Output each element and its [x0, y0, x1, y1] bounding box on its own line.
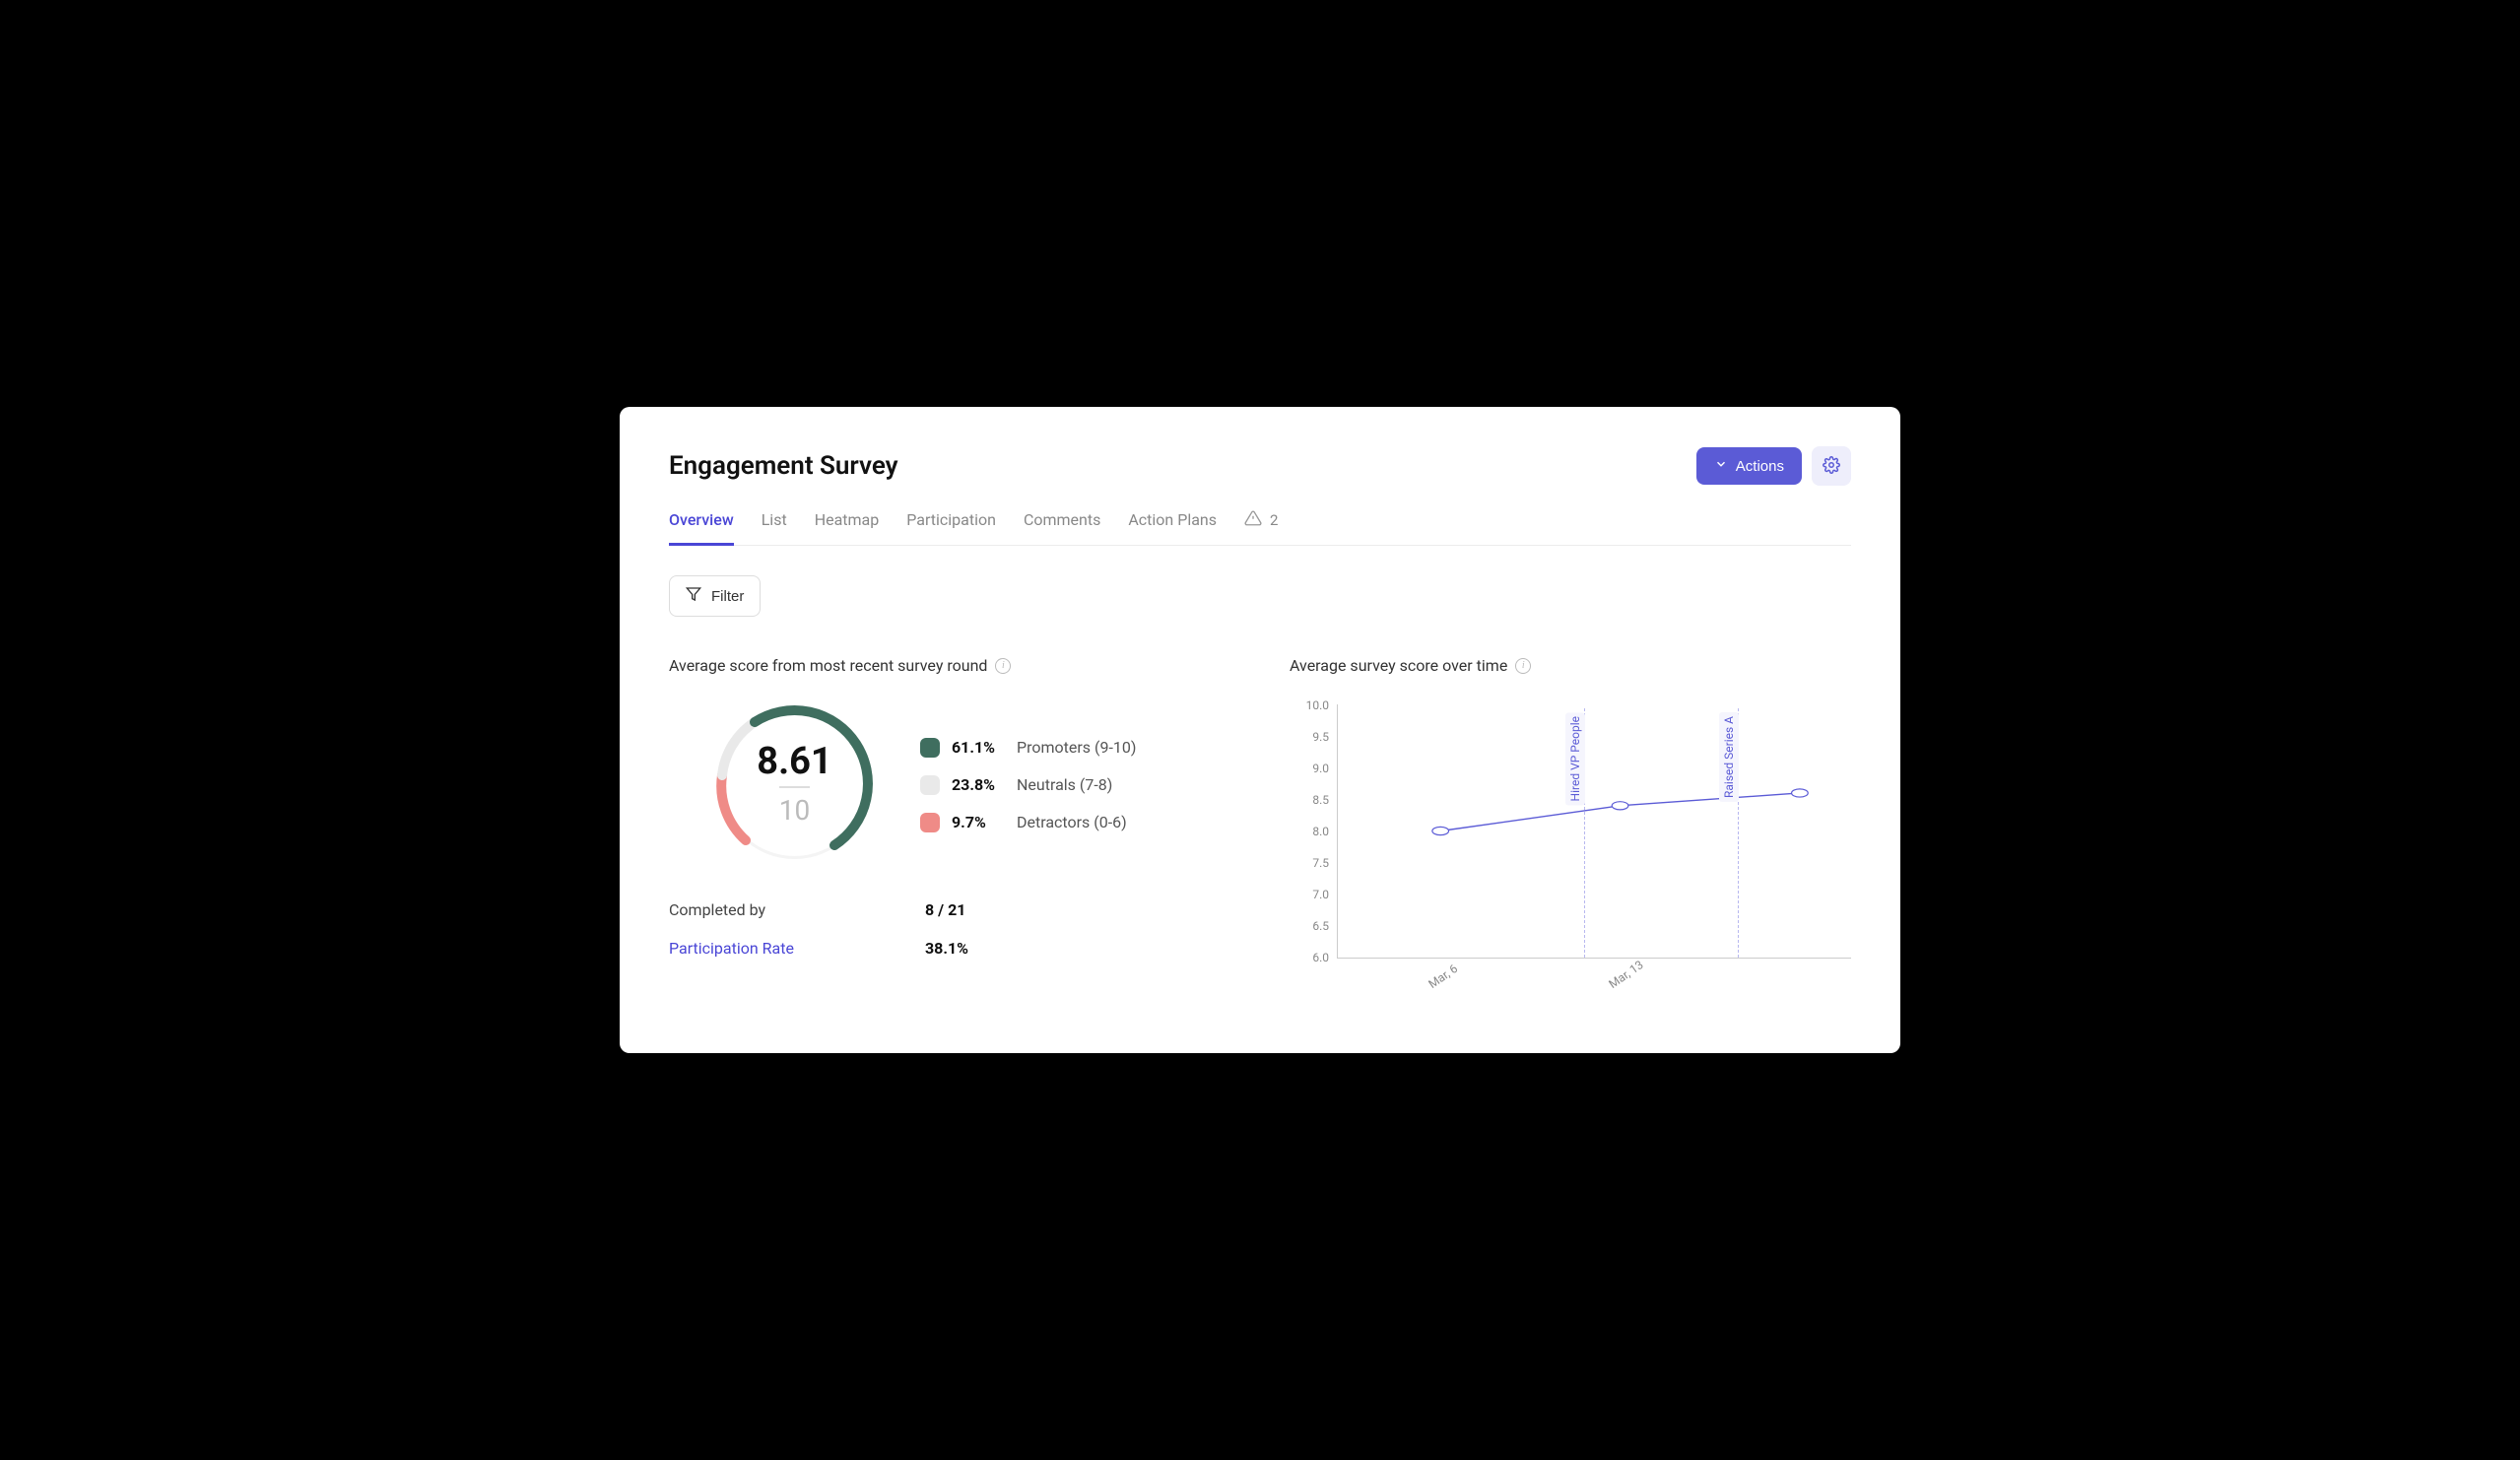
right-panel-title: Average survey score over time: [1290, 656, 1507, 675]
participation-value: 38.1%: [925, 939, 968, 958]
score-row: 8.61 10 61.1% Promoters (9-10) 23.8% Neu…: [669, 698, 1230, 871]
panel-score-over-time: Average survey score over time i 10.0 9.…: [1290, 656, 1851, 1004]
left-panel-title-row: Average score from most recent survey ro…: [669, 656, 1230, 675]
actions-button-label: Actions: [1736, 458, 1784, 475]
y-tick: 7.5: [1290, 856, 1329, 870]
filter-button-label: Filter: [711, 588, 744, 605]
filter-icon: [686, 586, 701, 606]
x-tick: Mar, 13: [1607, 958, 1646, 991]
stat-participation: Participation Rate 38.1%: [669, 939, 1230, 958]
left-panel-title: Average score from most recent survey ro…: [669, 656, 987, 675]
warning-count: 2: [1270, 511, 1278, 529]
score-max: 10: [779, 786, 810, 827]
x-tick: Mar, 6: [1426, 962, 1461, 991]
score-legend: 61.1% Promoters (9-10) 23.8% Neutrals (7…: [920, 738, 1136, 832]
line-chart: 10.0 9.5 9.0 8.5 8.0 7.5 7.0 6.5 6.0 Hir…: [1290, 698, 1851, 1004]
y-tick: 9.5: [1290, 730, 1329, 744]
y-tick: 9.0: [1290, 762, 1329, 775]
chart-annotation: Hired VP People: [1584, 708, 1585, 958]
chevron-down-icon: [1714, 457, 1728, 475]
donut-center: 8.61 10: [708, 698, 881, 871]
chart-annotation-label: Raised Series A: [1719, 712, 1739, 802]
panels: Average score from most recent survey ro…: [669, 656, 1851, 1004]
filter-button[interactable]: Filter: [669, 575, 761, 617]
line-svg: [1338, 704, 1851, 958]
tab-list[interactable]: List: [762, 510, 787, 546]
right-panel-title-row: Average survey score over time i: [1290, 656, 1851, 675]
completed-label: Completed by: [669, 900, 925, 919]
gear-icon: [1823, 456, 1840, 477]
swatch-detractors: [920, 813, 940, 832]
legend-neutrals-pct: 23.8%: [952, 775, 1005, 794]
page-title: Engagement Survey: [669, 451, 898, 481]
legend-promoters-label: Promoters (9-10): [1017, 738, 1136, 757]
info-icon[interactable]: i: [995, 658, 1011, 674]
tab-overview[interactable]: Overview: [669, 510, 734, 546]
score-donut: 8.61 10: [708, 698, 881, 871]
swatch-promoters: [920, 738, 940, 758]
y-tick: 8.5: [1290, 793, 1329, 807]
header-actions: Actions: [1696, 446, 1851, 486]
tab-heatmap[interactable]: Heatmap: [815, 510, 880, 546]
legend-detractors-pct: 9.7%: [952, 813, 1005, 831]
chart-annotation: Raised Series A: [1738, 708, 1739, 958]
swatch-neutrals: [920, 775, 940, 795]
stat-completed: Completed by 8 / 21: [669, 900, 1230, 919]
info-icon[interactable]: i: [1515, 658, 1531, 674]
completed-value: 8 / 21: [925, 900, 965, 919]
stat-rows: Completed by 8 / 21 Participation Rate 3…: [669, 900, 1230, 958]
tabs: Overview List Heatmap Participation Comm…: [669, 509, 1851, 546]
y-tick: 8.0: [1290, 825, 1329, 838]
legend-neutrals: 23.8% Neutrals (7-8): [920, 775, 1136, 795]
tab-comments[interactable]: Comments: [1024, 510, 1100, 546]
y-tick: 6.0: [1290, 951, 1329, 964]
y-tick: 10.0: [1290, 698, 1329, 712]
score-value: 8.61: [757, 743, 831, 780]
plot-area: Hired VP People Raised Series A: [1337, 704, 1851, 959]
warning-icon: [1244, 509, 1262, 531]
legend-promoters: 61.1% Promoters (9-10): [920, 738, 1136, 758]
participation-rate-link[interactable]: Participation Rate: [669, 939, 925, 958]
actions-button[interactable]: Actions: [1696, 447, 1802, 485]
y-axis: 10.0 9.5 9.0 8.5 8.0 7.5 7.0 6.5 6.0: [1290, 698, 1329, 964]
legend-neutrals-label: Neutrals (7-8): [1017, 775, 1112, 794]
x-axis: Mar, 6Mar, 13: [1337, 964, 1851, 1004]
panel-average-score: Average score from most recent survey ro…: [669, 656, 1230, 1004]
chart-annotation-label: Hired VP People: [1565, 712, 1585, 805]
tab-warning-indicator[interactable]: 2: [1244, 509, 1278, 545]
legend-detractors: 9.7% Detractors (0-6): [920, 813, 1136, 832]
legend-detractors-label: Detractors (0-6): [1017, 813, 1127, 831]
tab-participation[interactable]: Participation: [906, 510, 996, 546]
tab-action-plans[interactable]: Action Plans: [1128, 510, 1217, 546]
header-row: Engagement Survey Actions: [669, 446, 1851, 486]
settings-button[interactable]: [1812, 446, 1851, 486]
y-tick: 6.5: [1290, 919, 1329, 933]
dashboard-card: Engagement Survey Actions Overview List: [620, 407, 1900, 1053]
legend-promoters-pct: 61.1%: [952, 738, 1005, 757]
y-tick: 7.0: [1290, 888, 1329, 901]
